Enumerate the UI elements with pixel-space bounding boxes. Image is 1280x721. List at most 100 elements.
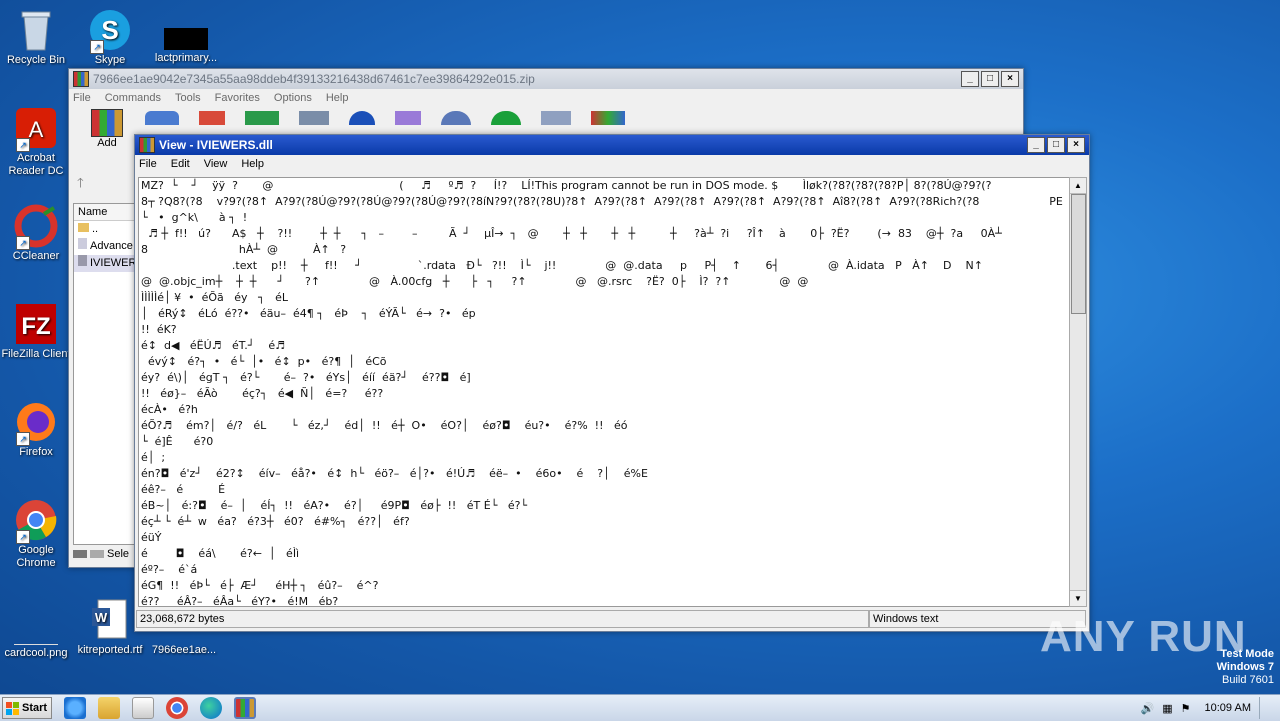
- menu-options[interactable]: Options: [274, 92, 312, 104]
- text-line: éº?– é`á: [141, 563, 198, 576]
- desktop-icon-recycle-bin[interactable]: Recycle Bin: [0, 8, 72, 67]
- viewer-app-icon: [139, 137, 155, 153]
- text-line: éG¶ !! éÞ└ é├ Æ┘ éH┼ ┐ éû?– é^?: [141, 579, 379, 592]
- svg-text:A: A: [29, 117, 44, 142]
- desktop-icon-lactprimary[interactable]: lactprimary...: [150, 8, 222, 65]
- list-item[interactable]: ..: [74, 221, 134, 238]
- text-line: éê?– é É: [141, 483, 226, 496]
- key-icon: [90, 550, 104, 558]
- sfx-icon[interactable]: [591, 111, 625, 125]
- extract-icon[interactable]: [145, 111, 179, 125]
- menu-file[interactable]: File: [139, 158, 157, 170]
- clock[interactable]: 10:09 AM: [1205, 702, 1251, 714]
- text-line: 8┬ ?Q8?(?8 v?9?(?8↑ A?9?(?8Ú@?9?(?8Ú@?9?…: [141, 195, 1063, 208]
- delete-icon[interactable]: [299, 111, 329, 125]
- acrobat-icon: A ↗: [14, 106, 58, 152]
- text-line: én?◘ é'z┘ é2?↕ éív– éå?• é↕ h└ éö?– é│?•…: [141, 467, 648, 480]
- desktop-icon-cardcool[interactable]: cardcool.png: [0, 600, 72, 660]
- close-button[interactable]: ×: [1001, 71, 1019, 87]
- winrar-taskbar-icon[interactable]: [234, 697, 256, 719]
- ccleaner-icon: ↗: [14, 204, 58, 250]
- minimize-button[interactable]: _: [961, 71, 979, 87]
- desktop-icon-skype[interactable]: S ↗ Skype: [74, 8, 146, 67]
- text-line: éÕ?♬ ém?│ é/? éL └ éz,┘ éd│ !! é┼ O• éO?…: [141, 419, 628, 432]
- folder-icon: [78, 223, 89, 232]
- menu-file[interactable]: File: [73, 92, 91, 104]
- desktop-icon-filezilla[interactable]: FZ FileZilla Client: [0, 302, 72, 361]
- text-line: !! éK?: [141, 323, 177, 336]
- minimize-button[interactable]: _: [1027, 137, 1045, 153]
- maximize-button[interactable]: □: [1047, 137, 1065, 153]
- text-line: éB~│ é:?◘ é– │ éÍ┐ !! éA?• é?│ é9P◘ éø├ …: [141, 499, 528, 512]
- desktop-icon-acrobat[interactable]: A ↗ Acrobat Reader DC: [0, 106, 72, 178]
- archive-title: 7966ee1ae9042e7345a55aa98ddeb4f391332164…: [93, 72, 535, 86]
- archive-titlebar[interactable]: 7966ee1ae9042e7345a55aa98ddeb4f391332164…: [69, 69, 1023, 89]
- firefox-icon: ↗: [14, 400, 58, 446]
- internet-explorer-icon[interactable]: [64, 697, 86, 719]
- scroll-down-arrow-icon[interactable]: ▼: [1070, 590, 1086, 606]
- desktop-icon-firefox[interactable]: ↗ Firefox: [0, 400, 72, 459]
- recycle-bin-icon: [14, 8, 58, 52]
- text-line: é│ ;: [141, 451, 166, 464]
- shortcut-arrow-icon: ↗: [16, 530, 30, 544]
- wizard-icon[interactable]: [395, 111, 421, 125]
- text-line: !! éø}– éÃò éç?┐ é◀ Ñ│ é=? é??: [141, 387, 384, 400]
- text-line: évý↕ é?┐ • é└ │• é↕ p• é?¶ │ éCõ: [141, 355, 387, 368]
- drive-icon: [73, 550, 87, 558]
- file-content-text[interactable]: MZ? └ ┘ ÿÿ ? @ ( ♬ º♬ ? Í!? LÍ!This prog…: [138, 177, 1070, 607]
- text-line: éy? é\)│ égT ┐ é?└ é– ?• éYs│ éíí éä?┘ é…: [141, 371, 471, 384]
- text-line: é?? éÂ?– éÂa└ éY?• é!M éb?: [141, 595, 339, 607]
- info-icon[interactable]: [441, 111, 471, 125]
- text-line: @ @.objc_im┼ ┼ ┼ ┘ ?↑ @ À.00cfg ┼ ├ ┐ ?↑…: [141, 275, 809, 288]
- text-line: │ éRý↕ éLó é??• éäu– é4¶ ┐ éÞ ┐ éÝÃ└ é→ …: [141, 307, 476, 320]
- maximize-button[interactable]: □: [981, 71, 999, 87]
- svg-text:W: W: [95, 610, 108, 625]
- media-player-icon[interactable]: [132, 697, 154, 719]
- menu-commands[interactable]: Commands: [105, 92, 161, 104]
- add-archive-icon: [91, 109, 123, 137]
- menu-help[interactable]: Help: [241, 158, 264, 170]
- vertical-scrollbar[interactable]: ▲ ▼: [1069, 177, 1087, 607]
- test-icon[interactable]: [199, 111, 225, 125]
- name-column-header[interactable]: Name: [74, 204, 134, 221]
- desktop-icon-ccleaner[interactable]: ↗ CCleaner: [0, 204, 72, 263]
- text-line: ÌÌÌÌÌé│ ¥ • éÕã éy ┐ éL: [141, 291, 289, 304]
- shortcut-arrow-icon: ↗: [16, 432, 30, 446]
- path-bar: 🡑: [77, 175, 84, 195]
- scroll-up-arrow-icon[interactable]: ▲: [1070, 178, 1086, 194]
- text-line: └ é]Ê é?0: [141, 435, 214, 448]
- windows-flag-icon: [6, 701, 19, 715]
- file-icon: [78, 255, 87, 266]
- volume-icon[interactable]: 🔊: [1141, 702, 1155, 715]
- chrome-taskbar-icon[interactable]: [166, 697, 188, 719]
- action-center-flag-icon[interactable]: ⚑: [1181, 702, 1191, 715]
- scroll-thumb[interactable]: [1071, 194, 1086, 314]
- menu-edit[interactable]: Edit: [171, 158, 190, 170]
- list-item[interactable]: Advance: [74, 238, 134, 255]
- find-icon[interactable]: [349, 111, 375, 125]
- menu-tools[interactable]: Tools: [175, 92, 201, 104]
- chrome-icon: ↗: [14, 498, 58, 544]
- virus-scan-icon[interactable]: [491, 111, 521, 125]
- viewer-statusbar: 23,068,672 bytes Windows text: [136, 610, 1086, 628]
- taskbar: Start 🔊 ▦ ⚑ 10:09 AM: [0, 694, 1280, 721]
- menu-view[interactable]: View: [204, 158, 228, 170]
- desktop-icon-chrome[interactable]: ↗ Google Chrome: [0, 498, 72, 570]
- menu-help[interactable]: Help: [326, 92, 349, 104]
- view-icon[interactable]: [245, 111, 279, 125]
- file-explorer-icon[interactable]: [98, 697, 120, 719]
- show-desktop-button[interactable]: [1259, 697, 1270, 719]
- start-button[interactable]: Start: [2, 697, 52, 719]
- edge-icon[interactable]: [200, 697, 222, 719]
- system-tray: 🔊 ▦ ⚑ 10:09 AM: [1141, 697, 1280, 719]
- network-icon[interactable]: ▦: [1162, 702, 1172, 715]
- viewer-titlebar[interactable]: View - IVIEWERS.dll _ □ ×: [135, 135, 1089, 155]
- menu-favorites[interactable]: Favorites: [215, 92, 260, 104]
- word-document-icon: W: [88, 598, 132, 642]
- up-arrow-icon[interactable]: 🡑: [77, 174, 84, 196]
- add-button[interactable]: Add: [89, 107, 125, 149]
- skype-icon: S ↗: [88, 8, 132, 54]
- list-item[interactable]: IVIEWER: [74, 255, 134, 272]
- close-button[interactable]: ×: [1067, 137, 1085, 153]
- comment-icon[interactable]: [541, 111, 571, 125]
